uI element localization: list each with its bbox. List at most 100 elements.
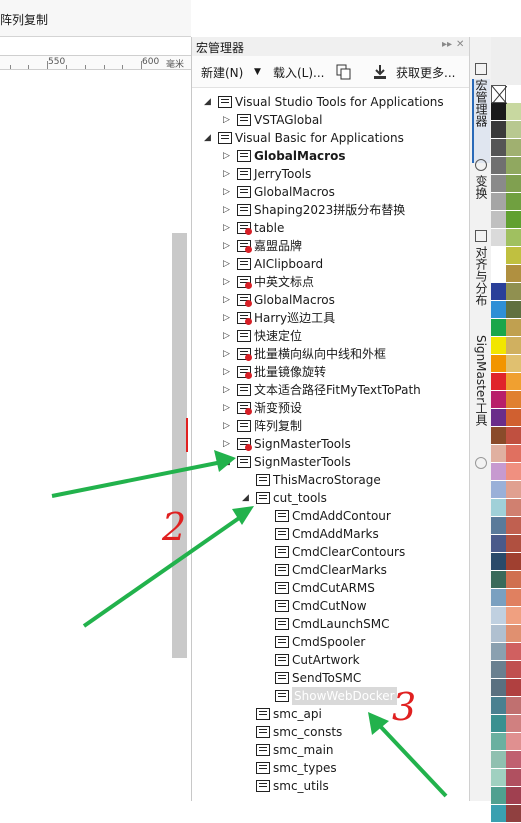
- color-swatch[interactable]: [491, 571, 506, 589]
- tree-item[interactable]: ShowWebDocker: [192, 687, 470, 705]
- expand-arrow-icon[interactable]: ▷: [223, 165, 233, 183]
- collapse-arrow-icon[interactable]: ◢: [223, 453, 233, 471]
- expand-arrow-icon[interactable]: ▷: [223, 309, 233, 327]
- color-swatch[interactable]: [506, 175, 521, 193]
- color-swatch[interactable]: [506, 445, 521, 463]
- color-swatch[interactable]: [506, 679, 521, 697]
- color-swatch[interactable]: [491, 697, 506, 715]
- expand-arrow-icon[interactable]: ▷: [223, 435, 233, 453]
- color-swatch[interactable]: [506, 607, 521, 625]
- color-swatch[interactable]: [491, 769, 506, 787]
- color-swatch[interactable]: [491, 463, 506, 481]
- new-dropdown-arrow-icon[interactable]: ▼: [254, 67, 261, 77]
- tab-transform[interactable]: 变换: [472, 175, 490, 215]
- color-swatch[interactable]: [506, 301, 521, 319]
- color-swatch[interactable]: [491, 445, 506, 463]
- tree-item[interactable]: ▷ 渐变预设: [192, 399, 470, 417]
- expand-arrow-icon[interactable]: ▷: [223, 327, 233, 345]
- tree-item[interactable]: smc_main: [192, 741, 470, 759]
- tree-item[interactable]: ▷ 快速定位: [192, 327, 470, 345]
- color-swatch[interactable]: [506, 481, 521, 499]
- color-swatch[interactable]: [506, 211, 521, 229]
- tree-item[interactable]: ▷ 批量横向纵向中线和外框: [192, 345, 470, 363]
- expand-arrow-icon[interactable]: ▷: [223, 147, 233, 165]
- tree-item[interactable]: smc_utils: [192, 777, 470, 795]
- tree-item[interactable]: ▷ 批量镜像旋转: [192, 363, 470, 381]
- tree-item[interactable]: ▷ Harry巡边工具: [192, 309, 470, 327]
- color-swatch[interactable]: [491, 139, 506, 157]
- color-swatch[interactable]: [491, 103, 506, 121]
- color-swatch[interactable]: [491, 301, 506, 319]
- color-swatch[interactable]: [491, 175, 506, 193]
- tree-item[interactable]: CmdLaunchSMC: [192, 615, 470, 633]
- tree-item[interactable]: SendToSMC: [192, 669, 470, 687]
- expand-arrow-icon[interactable]: ▷: [223, 363, 233, 381]
- color-swatch[interactable]: [506, 499, 521, 517]
- tree-item[interactable]: CmdClearContours: [192, 543, 470, 561]
- tree-item[interactable]: ◢ Visual Studio Tools for Applications: [192, 93, 470, 111]
- color-swatch[interactable]: [506, 715, 521, 733]
- tree-item[interactable]: ◢ SignMasterTools: [192, 453, 470, 471]
- color-swatch[interactable]: [506, 751, 521, 769]
- color-swatch[interactable]: [506, 409, 521, 427]
- color-swatch[interactable]: [506, 337, 521, 355]
- color-swatch[interactable]: [506, 139, 521, 157]
- color-swatch[interactable]: [491, 193, 506, 211]
- color-swatch[interactable]: [506, 103, 521, 121]
- tree-item[interactable]: ▷ Shaping2023拼版分布替换: [192, 201, 470, 219]
- color-swatch[interactable]: [506, 661, 521, 679]
- tree-item[interactable]: CmdCutNow: [192, 597, 470, 615]
- color-swatch[interactable]: [491, 517, 506, 535]
- color-swatch[interactable]: [491, 427, 506, 445]
- color-swatch[interactable]: [491, 121, 506, 139]
- color-swatch[interactable]: [506, 697, 521, 715]
- color-swatch[interactable]: [491, 553, 506, 571]
- tree-item[interactable]: CmdCutARMS: [192, 579, 470, 597]
- color-swatch[interactable]: [506, 121, 521, 139]
- color-swatch[interactable]: [506, 283, 521, 301]
- tree-item[interactable]: ▷ JerryTools: [192, 165, 470, 183]
- expand-arrow-icon[interactable]: ▷: [223, 345, 233, 363]
- color-swatch[interactable]: [491, 373, 506, 391]
- color-swatch[interactable]: [491, 229, 506, 247]
- expand-arrow-icon[interactable]: ▷: [223, 255, 233, 273]
- color-swatch[interactable]: [506, 373, 521, 391]
- color-swatch[interactable]: [491, 589, 506, 607]
- color-swatch[interactable]: [506, 229, 521, 247]
- collapse-arrow-icon[interactable]: ◢: [242, 489, 252, 507]
- expand-arrow-icon[interactable]: ▷: [223, 273, 233, 291]
- color-swatch[interactable]: [506, 85, 521, 103]
- color-swatch[interactable]: [491, 265, 506, 283]
- color-swatch[interactable]: [506, 193, 521, 211]
- color-swatch[interactable]: [491, 337, 506, 355]
- get-more-button[interactable]: 获取更多...: [396, 64, 455, 81]
- color-swatch[interactable]: [506, 643, 521, 661]
- collapse-arrow-icon[interactable]: ◢: [204, 129, 214, 147]
- expand-arrow-icon[interactable]: ▷: [223, 219, 233, 237]
- tree-item[interactable]: smc_api: [192, 705, 470, 723]
- tree-item[interactable]: CmdSpooler: [192, 633, 470, 651]
- color-swatch[interactable]: [491, 679, 506, 697]
- close-docker-icon[interactable]: ✕: [456, 39, 464, 50]
- color-swatch[interactable]: [491, 733, 506, 751]
- color-swatch[interactable]: [506, 769, 521, 787]
- load-button[interactable]: 载入(L)...: [273, 64, 325, 81]
- collapse-docker-icon[interactable]: ▸▸: [442, 39, 452, 50]
- no-color-swatch-icon[interactable]: [491, 85, 508, 105]
- tree-item[interactable]: CmdClearMarks: [192, 561, 470, 579]
- color-swatch[interactable]: [491, 661, 506, 679]
- color-swatch[interactable]: [491, 247, 506, 265]
- color-swatch[interactable]: [506, 319, 521, 337]
- color-swatch[interactable]: [491, 409, 506, 427]
- color-swatch[interactable]: [491, 157, 506, 175]
- color-swatch[interactable]: [506, 463, 521, 481]
- color-swatch[interactable]: [506, 787, 521, 805]
- tab-signmaster-tools[interactable]: SignMaster工具: [472, 335, 490, 445]
- color-swatch[interactable]: [491, 535, 506, 553]
- horizontal-ruler[interactable]: 550 600 毫米: [0, 55, 191, 70]
- color-swatch[interactable]: [491, 319, 506, 337]
- color-swatch[interactable]: [491, 643, 506, 661]
- color-swatch[interactable]: [491, 211, 506, 229]
- color-swatch[interactable]: [506, 517, 521, 535]
- expand-arrow-icon[interactable]: ▷: [223, 417, 233, 435]
